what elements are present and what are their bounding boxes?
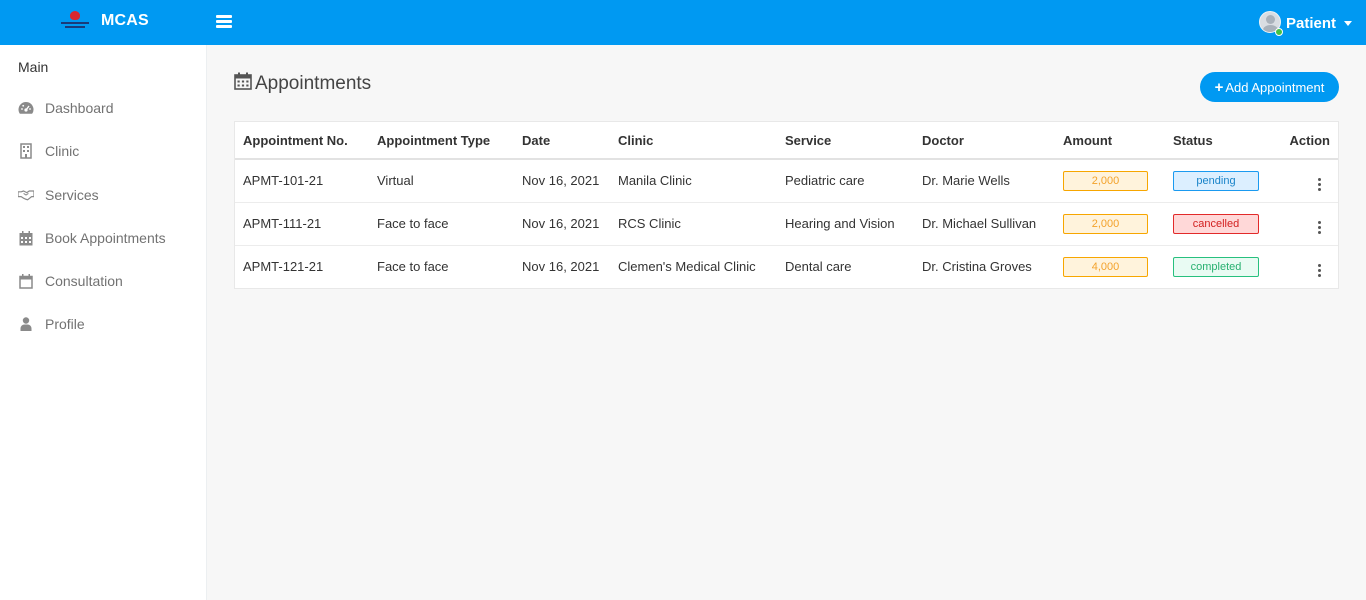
status-badge: completed — [1173, 256, 1259, 277]
sidebar-item-consultation[interactable]: Consultation — [0, 262, 207, 300]
appointment-no: APMT-101-21 — [235, 159, 369, 203]
sidebar-item-label: Profile — [45, 316, 85, 332]
calendar-grid-icon — [18, 230, 34, 246]
sidebar-item-label: Consultation — [45, 273, 123, 289]
appointment-type: Face to face — [377, 259, 449, 275]
appointment-date: Nov 16, 2021 — [522, 259, 600, 275]
service: Hearing and Vision — [777, 202, 914, 246]
doctor: Dr. Cristina Groves — [922, 259, 1032, 275]
appointment-type: Virtual — [369, 159, 514, 203]
main-content: Appointments + Add Appointment Appointme… — [207, 45, 1366, 600]
calendar-icon — [18, 273, 34, 289]
amount-badge: 2,000 — [1063, 213, 1148, 234]
page-title: Appointments — [255, 72, 372, 94]
sidebar-section-title: Main — [18, 59, 49, 75]
page-header: Appointments — [234, 72, 371, 95]
sidebar-item-dashboard[interactable]: Dashboard — [0, 89, 207, 127]
sidebar: Main Dashboard Clinic Services Book Appo… — [0, 45, 207, 600]
more-options-icon[interactable] — [1314, 220, 1324, 235]
column-header[interactable]: Amount — [1055, 122, 1165, 160]
column-header: Action — [1269, 122, 1338, 160]
sidebar-item-label: Clinic — [45, 143, 80, 159]
brand[interactable]: MCAS — [60, 10, 149, 32]
doctor: Dr. Marie Wells — [914, 159, 1055, 203]
calendar-icon — [234, 72, 252, 95]
status-badge: cancelled — [1173, 213, 1259, 234]
sidebar-item-label: Dashboard — [45, 100, 114, 116]
sidebar-item-label: Services — [45, 187, 99, 203]
handshake-icon — [18, 187, 34, 203]
appointment-no: APMT-121-21 — [243, 259, 324, 275]
user-icon — [18, 316, 34, 332]
amount-badge: 2,000 — [1063, 170, 1148, 191]
building-icon — [18, 143, 34, 159]
brand-name: MCAS — [101, 12, 149, 29]
column-header[interactable]: Doctor — [914, 122, 1055, 160]
user-menu[interactable]: Patient — [1258, 11, 1352, 36]
sidebar-item-book-appointments[interactable]: Book Appointments — [0, 219, 207, 257]
appointment-date: Nov 16, 2021 — [514, 202, 610, 246]
column-header[interactable]: Status — [1165, 122, 1269, 160]
column-header[interactable]: Date — [514, 122, 610, 160]
logo-icon — [60, 10, 90, 32]
menu-toggle-icon[interactable] — [216, 15, 232, 28]
column-header[interactable]: Appointment Type — [369, 122, 514, 160]
amount-badge: 4,000 — [1063, 256, 1148, 277]
doctor: Dr. Michael Sullivan — [914, 202, 1055, 246]
sidebar-item-profile[interactable]: Profile — [0, 305, 207, 343]
appointment-type: Face to face — [369, 202, 514, 246]
more-options-icon[interactable] — [1314, 263, 1324, 278]
column-header[interactable]: Service — [777, 122, 914, 160]
table-row[interactable]: APMT-111-21 Face to face Nov 16, 2021 RC… — [235, 202, 1338, 246]
online-status-icon — [1274, 28, 1283, 36]
sidebar-item-clinic[interactable]: Clinic — [0, 132, 207, 170]
sidebar-item-label: Book Appointments — [45, 230, 166, 246]
column-header[interactable]: Clinic — [610, 122, 777, 160]
clinic: RCS Clinic — [610, 202, 777, 246]
appointment-no: APMT-111-21 — [235, 202, 369, 246]
status-badge: pending — [1173, 170, 1259, 191]
add-appointment-label: Add Appointment — [1225, 79, 1325, 95]
sidebar-item-services[interactable]: Services — [0, 176, 207, 214]
more-options-icon[interactable] — [1314, 177, 1324, 192]
add-appointment-button[interactable]: + Add Appointment — [1200, 72, 1339, 102]
clinic: Manila Clinic — [610, 159, 777, 203]
appointments-table: Appointment No. Appointment Type Date Cl… — [234, 121, 1339, 289]
appointment-date: Nov 16, 2021 — [514, 159, 610, 203]
service: Pediatric care — [777, 159, 914, 203]
clinic: Clemen's Medical Clinic — [618, 259, 756, 275]
caret-down-icon — [1344, 21, 1352, 26]
table-header-row: Appointment No. Appointment Type Date Cl… — [235, 122, 1338, 160]
user-name: Patient — [1285, 14, 1336, 32]
service: Dental care — [785, 259, 852, 275]
top-navbar: MCAS Patient — [0, 0, 1366, 45]
column-header[interactable]: Appointment No. — [235, 122, 369, 160]
table-row[interactable]: APMT-121-21 Face to face Nov 16, 2021 Cl… — [235, 245, 1338, 288]
plus-icon: + — [1214, 78, 1224, 96]
dashboard-icon — [18, 100, 34, 116]
table-row[interactable]: APMT-101-21 Virtual Nov 16, 2021 Manila … — [235, 159, 1338, 203]
